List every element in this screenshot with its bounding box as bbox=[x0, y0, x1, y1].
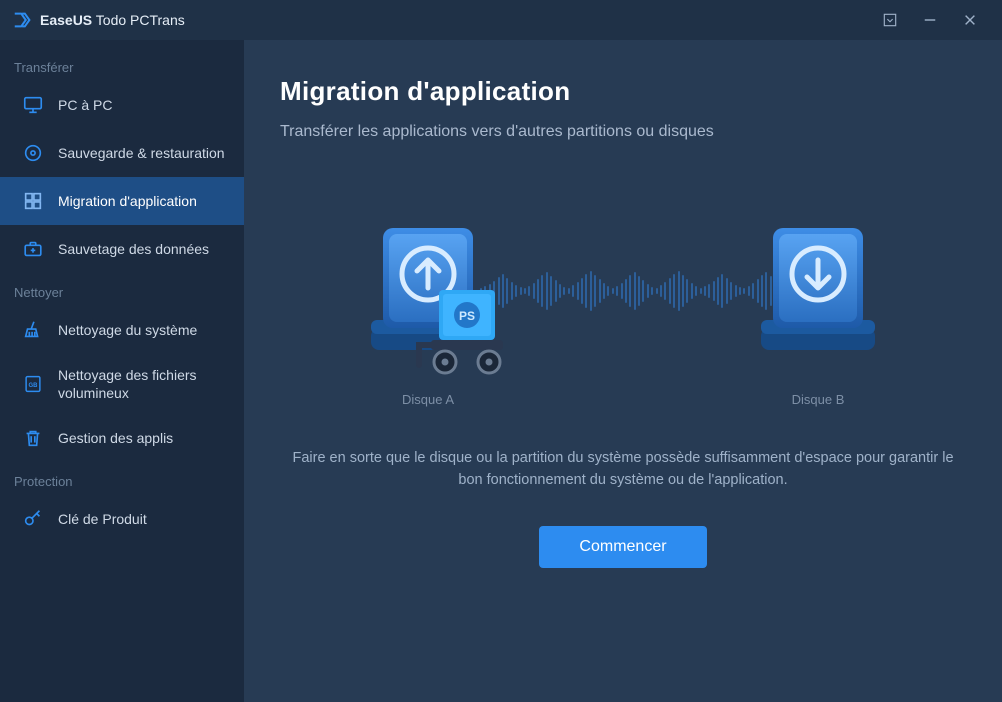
sidebar-item-label: Clé de Produit bbox=[58, 510, 230, 528]
main-panel: Migration d'application Transférer les a… bbox=[244, 40, 1002, 702]
cart-icon: PS bbox=[409, 282, 519, 382]
disk-b-icon bbox=[743, 216, 893, 366]
app-grid-icon bbox=[22, 190, 44, 212]
sidebar-item-label: Nettoyage des fichiers volumineux bbox=[58, 366, 230, 402]
sidebar-item-label: Migration d'application bbox=[58, 192, 230, 210]
disk-b-block: Disque B bbox=[743, 216, 893, 407]
briefcase-plus-icon bbox=[22, 238, 44, 260]
sidebar-item-app-management[interactable]: Gestion des applis bbox=[0, 414, 244, 462]
sidebar-item-app-migration[interactable]: Migration d'application bbox=[0, 177, 244, 225]
start-button[interactable]: Commencer bbox=[539, 526, 706, 568]
sidebar-section-clean: Nettoyer bbox=[0, 273, 244, 306]
page-title: Migration d'application bbox=[280, 76, 966, 107]
disk-a-block: PS Disque A bbox=[353, 216, 503, 407]
trash-icon bbox=[22, 427, 44, 449]
sidebar-item-product-key[interactable]: Clé de Produit bbox=[0, 495, 244, 543]
monitor-icon bbox=[22, 94, 44, 116]
minimize-button[interactable] bbox=[910, 0, 950, 40]
titlebar: EaseUS Todo PCTrans bbox=[0, 0, 1002, 40]
sidebar-item-system-cleanup[interactable]: Nettoyage du système bbox=[0, 306, 244, 354]
sidebar-section-transfer: Transférer bbox=[0, 48, 244, 81]
sidebar-item-label: Sauvegarde & restauration bbox=[58, 144, 230, 162]
sidebar-item-data-rescue[interactable]: Sauvetage des données bbox=[0, 225, 244, 273]
broom-icon bbox=[22, 319, 44, 341]
close-button[interactable] bbox=[950, 0, 990, 40]
svg-text:PS: PS bbox=[459, 309, 475, 323]
file-gb-icon: GB bbox=[22, 373, 44, 395]
disk-a-label: Disque A bbox=[402, 392, 454, 407]
hint-text: Faire en sorte que le disque ou la parti… bbox=[280, 447, 966, 492]
key-icon bbox=[22, 508, 44, 530]
sidebar: Transférer PC à PC bbox=[0, 40, 244, 702]
menu-dropdown-button[interactable] bbox=[870, 0, 910, 40]
sidebar-item-label: Sauvetage des données bbox=[58, 240, 230, 258]
sidebar-item-pc-to-pc[interactable]: PC à PC bbox=[0, 81, 244, 129]
sidebar-item-label: PC à PC bbox=[58, 96, 230, 114]
sidebar-item-large-file-cleanup[interactable]: GB Nettoyage des fichiers volumineux bbox=[0, 354, 244, 414]
sidebar-item-label: Gestion des applis bbox=[58, 429, 230, 447]
disc-icon bbox=[22, 142, 44, 164]
transfer-wave-icon bbox=[480, 269, 786, 313]
illustration: PS Disque A bbox=[280, 211, 966, 411]
sidebar-item-backup-restore[interactable]: Sauvegarde & restauration bbox=[0, 129, 244, 177]
brand-icon bbox=[12, 9, 34, 31]
page-subtitle: Transférer les applications vers d'autre… bbox=[280, 123, 966, 141]
app-logo: EaseUS Todo PCTrans bbox=[12, 9, 185, 31]
app-window: EaseUS Todo PCTrans Transférer bbox=[0, 0, 1002, 702]
sidebar-section-protection: Protection bbox=[0, 462, 244, 495]
sidebar-item-label: Nettoyage du système bbox=[58, 321, 230, 339]
brand-text: EaseUS Todo PCTrans bbox=[40, 12, 185, 28]
svg-text:GB: GB bbox=[29, 383, 39, 389]
disk-b-label: Disque B bbox=[792, 392, 845, 407]
